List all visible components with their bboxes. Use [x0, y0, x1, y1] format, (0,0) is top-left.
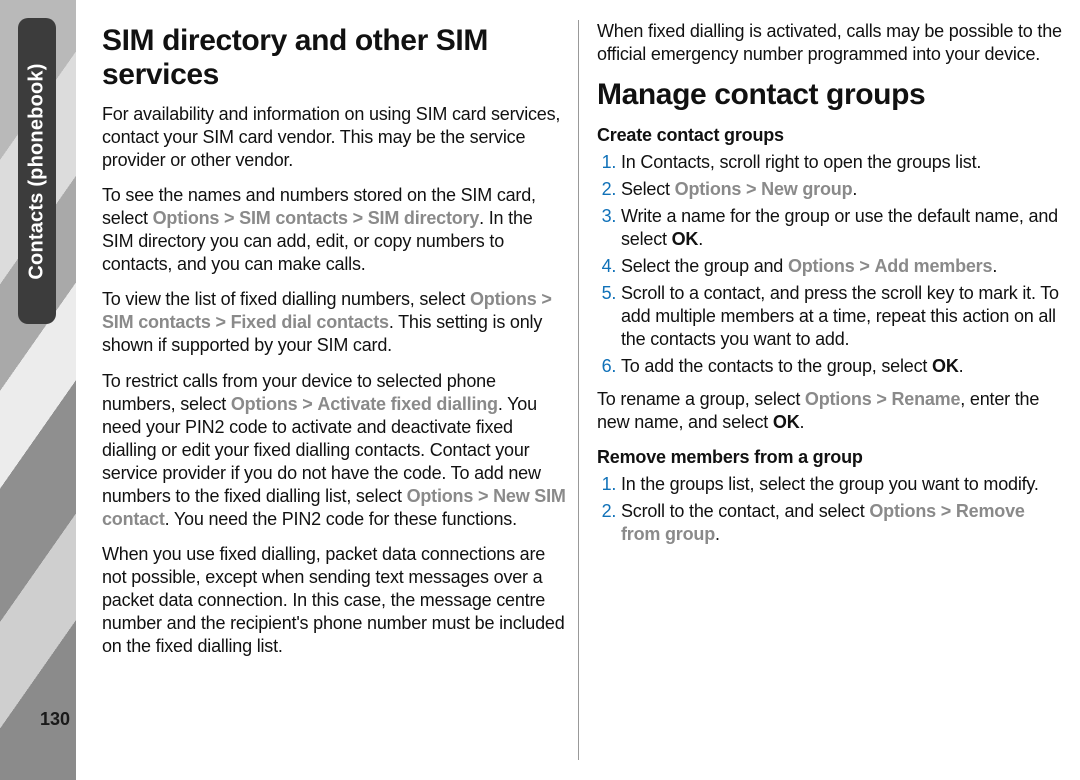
- list-item: In Contacts, scroll right to open the gr…: [621, 151, 1063, 174]
- text: .: [992, 256, 997, 276]
- left-decorative-band: Contacts (phonebook) 130: [0, 0, 76, 780]
- menu-activate-fixed-dialling: Activate fixed dialling: [317, 394, 497, 414]
- text: Select: [621, 179, 675, 199]
- para-rename-group: To rename a group, select Options > Rena…: [597, 388, 1063, 434]
- section-tab-label: Contacts (phonebook): [26, 63, 49, 279]
- para-packet-data: When you use fixed dialling, packet data…: [102, 543, 568, 658]
- text: Scroll to the contact, and select: [621, 501, 869, 521]
- heading-manage-contact-groups: Manage contact groups: [597, 78, 1063, 112]
- chevron-icon: >: [941, 501, 951, 521]
- column-right: When fixed dialling is activated, calls …: [578, 20, 1073, 760]
- text: To rename a group, select: [597, 389, 805, 409]
- list-item: Select Options > New group.: [621, 178, 1063, 201]
- chevron-icon: >: [353, 208, 363, 228]
- chevron-icon: >: [215, 312, 225, 332]
- chevron-icon: >: [302, 394, 312, 414]
- text: .: [852, 179, 857, 199]
- ok-label: OK: [773, 412, 800, 432]
- menu-options: Options: [470, 289, 537, 309]
- list-item: Select the group and Options > Add membe…: [621, 255, 1063, 278]
- menu-sim-contacts: SIM contacts: [239, 208, 348, 228]
- chevron-icon: >: [541, 289, 551, 309]
- menu-options: Options: [407, 486, 474, 506]
- text: To view the list of fixed dialling numbe…: [102, 289, 470, 309]
- text: . You need the PIN2 code for these funct…: [165, 509, 517, 529]
- text: .: [800, 412, 805, 432]
- chevron-icon: >: [746, 179, 756, 199]
- menu-options: Options: [869, 501, 936, 521]
- text: To add the contacts to the group, select: [621, 356, 932, 376]
- page-number: 130: [40, 709, 70, 730]
- para-see-names: To see the names and numbers stored on t…: [102, 184, 568, 276]
- menu-options: Options: [231, 394, 298, 414]
- menu-rename: Rename: [891, 389, 960, 409]
- chevron-icon: >: [876, 389, 886, 409]
- section-tab: Contacts (phonebook): [18, 18, 56, 324]
- menu-options: Options: [675, 179, 742, 199]
- menu-options: Options: [153, 208, 220, 228]
- list-item: Write a name for the group or use the de…: [621, 205, 1063, 251]
- subheading-remove-members: Remove members from a group: [597, 446, 1063, 469]
- para-fixed-dial-view: To view the list of fixed dialling numbe…: [102, 288, 568, 357]
- chevron-icon: >: [859, 256, 869, 276]
- heading-sim-directory: SIM directory and other SIM services: [102, 24, 568, 91]
- column-left: SIM directory and other SIM services For…: [92, 20, 578, 760]
- menu-options: Options: [788, 256, 855, 276]
- list-create-groups: In Contacts, scroll right to open the gr…: [597, 151, 1063, 378]
- text: .: [698, 229, 703, 249]
- ok-label: OK: [672, 229, 699, 249]
- para-availability: For availability and information on usin…: [102, 103, 568, 172]
- chevron-icon: >: [478, 486, 488, 506]
- text: .: [715, 524, 720, 544]
- menu-new-group: New group: [761, 179, 852, 199]
- menu-add-members: Add members: [874, 256, 992, 276]
- text: .: [959, 356, 964, 376]
- list-item: Scroll to a contact, and press the scrol…: [621, 282, 1063, 351]
- menu-fixed-dial-contacts: Fixed dial contacts: [231, 312, 389, 332]
- text: Select the group and: [621, 256, 788, 276]
- para-restrict-calls: To restrict calls from your device to se…: [102, 370, 568, 531]
- ok-label: OK: [932, 356, 959, 376]
- menu-sim-directory: SIM directory: [368, 208, 479, 228]
- list-remove-members: In the groups list, select the group you…: [597, 473, 1063, 546]
- menu-sim-contacts: SIM contacts: [102, 312, 211, 332]
- list-item: To add the contacts to the group, select…: [621, 355, 1063, 378]
- list-item: Scroll to the contact, and select Option…: [621, 500, 1063, 546]
- list-item: In the groups list, select the group you…: [621, 473, 1063, 496]
- menu-options: Options: [805, 389, 872, 409]
- subheading-create-contact-groups: Create contact groups: [597, 124, 1063, 147]
- chevron-icon: >: [224, 208, 234, 228]
- manual-page: Contacts (phonebook) 130 SIM directory a…: [0, 0, 1080, 780]
- content-area: SIM directory and other SIM services For…: [76, 0, 1080, 780]
- para-emergency: When fixed dialling is activated, calls …: [597, 20, 1063, 66]
